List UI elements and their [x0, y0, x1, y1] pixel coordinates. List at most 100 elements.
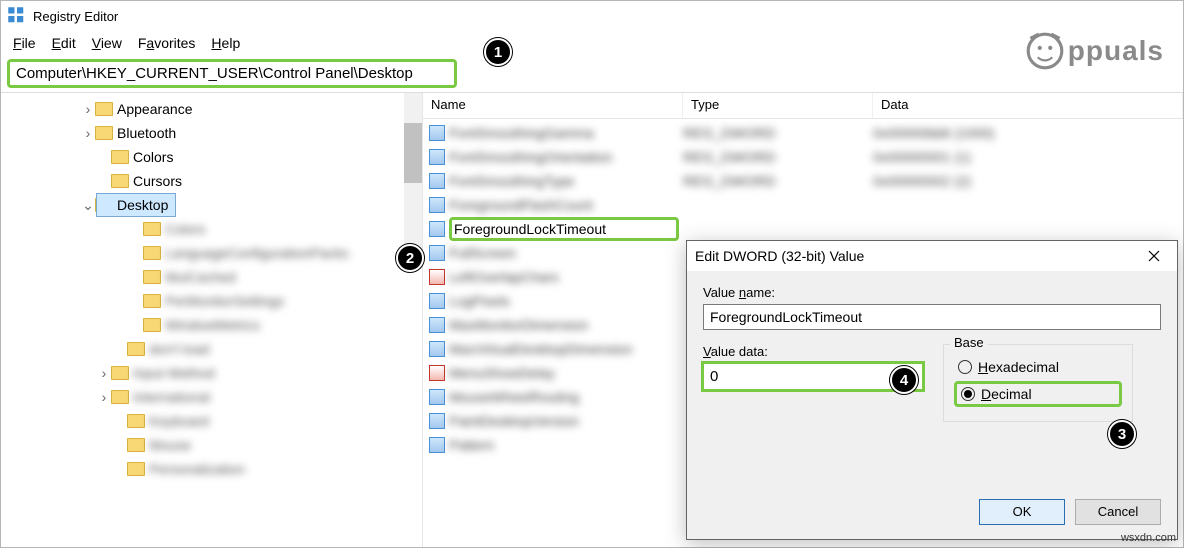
menu-help[interactable]: Help — [203, 33, 248, 53]
tree-item[interactable]: Mouse — [1, 433, 422, 457]
radio-decimal[interactable]: Decimal — [954, 381, 1122, 407]
value-row[interactable]: FontSmoothingTypeREG_DWORD0x00000002 (2) — [423, 169, 1183, 193]
menu-view[interactable]: View — [84, 33, 130, 53]
callout-4: 4 — [890, 366, 918, 394]
folder-icon — [143, 270, 161, 284]
tree-item[interactable]: PerMonitorSettings — [1, 289, 422, 313]
value-name: FontSmoothingType — [449, 173, 574, 189]
folder-icon — [111, 150, 129, 164]
tree-item-label: Appearance — [117, 101, 193, 117]
expander-icon[interactable]: › — [97, 389, 111, 405]
tree-item[interactable]: Keyboard — [1, 409, 422, 433]
value-row[interactable]: ForegroundFlashCount — [423, 193, 1183, 217]
value-icon — [429, 269, 445, 285]
callout-1: 1 — [484, 38, 512, 66]
tree-item-label: PerMonitorSettings — [165, 293, 284, 309]
folder-icon — [143, 294, 161, 308]
cancel-button[interactable]: Cancel — [1075, 499, 1161, 525]
folder-icon — [95, 126, 113, 140]
folder-icon — [111, 174, 129, 188]
tree-scrollbar[interactable] — [404, 93, 422, 266]
value-row[interactable]: ForegroundLockTimeout — [423, 217, 1183, 241]
tree-item-label: don't load — [149, 341, 209, 357]
address-input[interactable] — [7, 59, 457, 88]
tree-item[interactable]: Colors — [1, 217, 422, 241]
window-title: Registry Editor — [33, 9, 118, 24]
folder-icon — [111, 390, 129, 404]
tree-pane[interactable]: › Appearance › Bluetooth Colors Cursors ⌄ Deskt… — [1, 93, 423, 547]
value-type: REG_DWORD — [683, 125, 873, 141]
tree-item[interactable]: ›International — [1, 385, 422, 409]
tree-item[interactable]: LanguageConfigurationPacks — [1, 241, 422, 265]
tree-item-label: Keyboard — [149, 413, 209, 429]
tree-item-label: WindowMetrics — [165, 317, 260, 333]
value-icon — [429, 197, 445, 213]
columns-header[interactable]: Name Type Data — [423, 93, 1183, 119]
tree-item[interactable]: ›Input Method — [1, 361, 422, 385]
address-bar — [1, 55, 1183, 92]
close-icon[interactable] — [1139, 244, 1169, 268]
value-icon — [429, 413, 445, 429]
col-type[interactable]: Type — [683, 93, 873, 118]
menu-favorites[interactable]: Favorites — [130, 33, 204, 53]
value-name: MouseWheelRouting — [449, 389, 579, 405]
base-legend: Base — [950, 335, 988, 350]
dialog-title-text: Edit DWORD (32-bit) Value — [695, 248, 864, 264]
expander-icon[interactable]: ⌄ — [81, 197, 95, 214]
tree-item[interactable]: Colors — [1, 145, 422, 169]
value-icon — [429, 437, 445, 453]
value-row[interactable]: FontSmoothingGamma REG_DWORD0x00000bb8 (1… — [423, 121, 1183, 145]
value-name: PaintDesktopVersion — [449, 413, 579, 429]
value-icon — [429, 365, 445, 381]
folder-icon — [127, 462, 145, 476]
tree-item[interactable]: ⌄ Desktop — [1, 193, 422, 217]
regedit-icon — [7, 6, 27, 26]
watermark-logo: ppuals — [1024, 30, 1164, 72]
ok-button[interactable]: OK — [979, 499, 1065, 525]
tree-item-label: Colors — [165, 221, 205, 237]
tree-item[interactable]: WindowMetrics — [1, 313, 422, 337]
folder-icon — [127, 342, 145, 356]
menu-edit[interactable]: Edit — [44, 33, 84, 53]
expander-icon[interactable]: › — [97, 365, 111, 381]
menu-file[interactable]: File — [5, 33, 44, 53]
tree-item-label: LanguageConfigurationPacks — [165, 245, 349, 261]
value-data: 0x00000001 (1) — [873, 149, 1183, 165]
value-name-label: Value name: — [703, 285, 1161, 300]
value-name: FontSmoothingGamma — [449, 125, 594, 141]
tree-item[interactable]: › Bluetooth — [1, 121, 422, 145]
value-data: 0x00000bb8 (1000) — [873, 125, 1183, 141]
tree-item[interactable]: MuiCached — [1, 265, 422, 289]
col-name[interactable]: Name — [423, 93, 683, 118]
folder-icon — [127, 438, 145, 452]
folder-icon — [143, 222, 161, 236]
radio-hexadecimal[interactable]: Hexadecimal — [954, 357, 1122, 377]
value-name: FullScreen — [449, 245, 516, 261]
tree-item[interactable]: Personalization — [1, 457, 422, 481]
tree-item-label: Personalization — [149, 461, 245, 477]
tree-item-label: Desktop — [117, 197, 168, 213]
value-row[interactable]: FontSmoothingOrientationREG_DWORD0x00000… — [423, 145, 1183, 169]
value-name: FontSmoothingOrientation — [449, 149, 612, 165]
title-bar: Registry Editor — [1, 1, 1183, 31]
col-data[interactable]: Data — [873, 93, 1183, 118]
value-name: MaxMonitorDimension — [449, 317, 588, 333]
tree-item[interactable]: Cursors — [1, 169, 422, 193]
value-icon — [429, 293, 445, 309]
tree-item[interactable]: › Appearance — [1, 97, 422, 121]
value-name: ForegroundLockTimeout — [449, 217, 679, 241]
folder-icon — [143, 246, 161, 260]
tree-item-label: Colors — [133, 149, 173, 165]
dialog-title-bar[interactable]: Edit DWORD (32-bit) Value — [687, 241, 1177, 271]
tree-item[interactable]: don't load — [1, 337, 422, 361]
folder-icon — [127, 414, 145, 428]
tree-item-label: Bluetooth — [117, 125, 176, 141]
expander-icon[interactable]: › — [81, 101, 95, 117]
menu-bar: File Edit View Favorites Help — [1, 31, 1183, 55]
value-name-input[interactable] — [703, 304, 1161, 330]
value-type: REG_DWORD — [683, 173, 873, 189]
value-icon — [429, 317, 445, 333]
folder-icon — [95, 102, 113, 116]
expander-icon[interactable]: › — [81, 125, 95, 141]
value-name: LogPixels — [449, 293, 510, 309]
